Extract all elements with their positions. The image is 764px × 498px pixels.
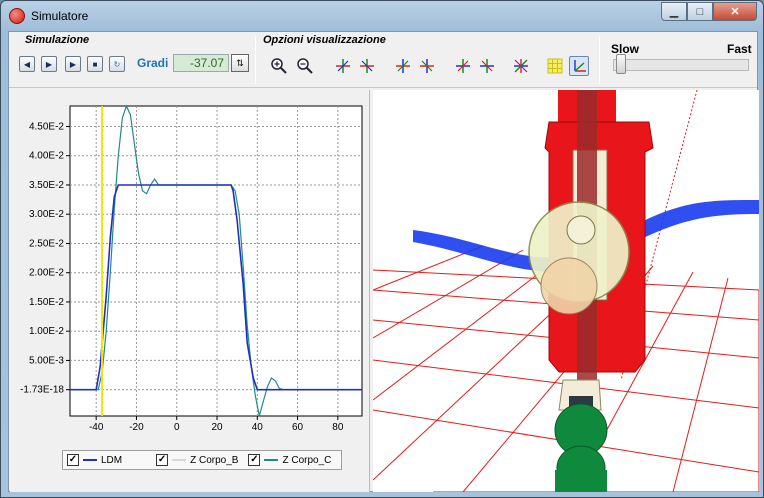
axes-icon — [574, 60, 586, 72]
zoom-in-button[interactable] — [269, 56, 289, 76]
simulatore-window: Simulatore ▁ □ ✕ Simulazione ◀ ▶ ▶ ■ ↻ G… — [0, 0, 764, 498]
legend-swatch-ldm — [83, 459, 97, 461]
zoom-out-icon — [297, 58, 313, 74]
y-tick-label: 4.50E-2 — [29, 121, 64, 132]
speed-fast-label: Fast — [727, 42, 752, 56]
rotate-x-neg-button[interactable] — [333, 56, 353, 76]
y-tick-label: 4.00E-2 — [29, 151, 64, 162]
gradi-field[interactable]: -37.07 — [173, 54, 229, 72]
y-tick-label: -1.73E-18 — [20, 385, 64, 396]
y-tick-label: 3.50E-2 — [29, 180, 64, 191]
legend-item-corpo-b: ✓ Z Corpo_B — [156, 454, 238, 466]
step-forward-button[interactable]: ▶ — [65, 56, 81, 72]
play-button[interactable]: ▶ — [41, 56, 57, 72]
step-back-button[interactable]: ◀ — [19, 56, 35, 72]
axis-rotate-icon — [396, 59, 410, 73]
legend-swatch-corpo-c — [264, 459, 279, 461]
y-tick-label: 1.50E-2 — [29, 297, 64, 308]
plot-area — [69, 105, 363, 417]
rotate-z-neg-button[interactable] — [453, 56, 473, 76]
x-tick-label: -40 — [89, 422, 104, 433]
axis-rotate-icon — [480, 59, 494, 73]
close-icon: ✕ — [730, 6, 740, 18]
stop-icon: ■ — [92, 59, 98, 69]
x-tick-label: 20 — [211, 422, 223, 433]
client-area: Simulazione ◀ ▶ ▶ ■ ↻ Gradi -37.07 ⇅ Opz… — [8, 31, 759, 492]
gradi-label: Gradi — [137, 56, 169, 70]
axis-rotate-icon — [360, 59, 374, 73]
maximize-icon: □ — [696, 5, 704, 18]
opzioni-label: Opzioni visualizzazione — [263, 34, 386, 46]
chart-legend: ✓ LDM ✓ Z Corpo_B ✓ Z Corpo_C — [62, 450, 342, 470]
window-title: Simulatore — [31, 9, 89, 23]
rotate-z-pos-button[interactable] — [477, 56, 497, 76]
axis-rotate-icon — [456, 59, 470, 73]
reset-view-button[interactable] — [511, 56, 531, 76]
y-tick-label: 1.00E-2 — [29, 326, 64, 337]
minimize-icon: ▁ — [669, 6, 679, 18]
simulazione-label: Simulazione — [25, 34, 90, 46]
speed-slider-track[interactable] — [613, 59, 749, 71]
y-tick-label: 2.50E-2 — [29, 238, 64, 249]
axes-reset-icon — [514, 59, 528, 73]
minimize-button[interactable]: ▁ — [661, 2, 687, 21]
x-tick-label: 40 — [252, 422, 264, 433]
chart-panel: 4.50E-2 4.00E-2 3.50E-2 3.00E-2 2.50E-2 2.00E… — [10, 90, 370, 492]
step-forward-icon: ▶ — [69, 59, 77, 69]
rotate-y-pos-button[interactable] — [417, 56, 437, 76]
y-tick-label: 2.00E-2 — [29, 268, 64, 279]
legend-checkbox-corpo-c[interactable]: ✓ — [248, 454, 261, 466]
legend-checkbox-corpo-b[interactable]: ✓ — [156, 454, 169, 466]
rotate-x-pos-button[interactable] — [357, 56, 377, 76]
grid-icon — [547, 58, 563, 74]
close-button[interactable]: ✕ — [713, 2, 757, 21]
toolbar: Simulazione ◀ ▶ ▶ ■ ↻ Gradi -37.07 ⇅ Opz… — [9, 32, 757, 88]
stop-button[interactable]: ■ — [87, 56, 103, 72]
legend-label-corpo-c: Z Corpo_C — [282, 454, 332, 466]
legend-item-corpo-c: ✓ Z Corpo_C — [248, 454, 331, 466]
speed-slider-thumb[interactable] — [615, 54, 626, 74]
axis-rotate-icon — [336, 59, 350, 73]
title-bar[interactable]: Simulatore ▁ □ ✕ — [1, 1, 763, 31]
3d-viewport[interactable] — [373, 90, 759, 492]
rotate-y-neg-button[interactable] — [393, 56, 413, 76]
y-tick-label: 5.00E-3 — [29, 355, 64, 366]
step-back-icon: ◀ — [23, 59, 31, 69]
axis-rotate-icon — [420, 59, 434, 73]
gradi-spin-button[interactable]: ⇅ — [231, 54, 249, 72]
play-icon: ▶ — [45, 59, 53, 69]
3d-scene — [373, 90, 759, 492]
loop-button[interactable]: ↻ — [109, 56, 125, 72]
x-tick-label: 0 — [174, 422, 180, 433]
legend-item-ldm: ✓ LDM — [67, 454, 122, 466]
legend-label-ldm: LDM — [101, 454, 123, 466]
legend-swatch-corpo-b — [172, 459, 187, 461]
x-tick-label: 80 — [332, 422, 344, 433]
legend-checkbox-ldm[interactable]: ✓ — [67, 454, 79, 466]
x-tick-label: -20 — [129, 422, 144, 433]
x-tick-label: 60 — [292, 422, 304, 433]
zoom-in-icon — [271, 58, 287, 74]
spin-arrows-icon: ⇅ — [236, 57, 244, 68]
motion-chart: 4.50E-2 4.00E-2 3.50E-2 3.00E-2 2.50E-2 2.00E… — [20, 104, 363, 433]
legend-label-corpo-b: Z Corpo_B — [190, 454, 239, 466]
y-tick-label: 3.00E-2 — [29, 209, 64, 220]
zoom-out-button[interactable] — [295, 56, 315, 76]
grid-toggle-button[interactable] — [545, 56, 565, 76]
maximize-button[interactable]: □ — [687, 2, 713, 21]
loop-icon: ↻ — [113, 59, 121, 69]
axes-toggle-button[interactable] — [569, 56, 589, 76]
app-icon — [9, 8, 25, 24]
